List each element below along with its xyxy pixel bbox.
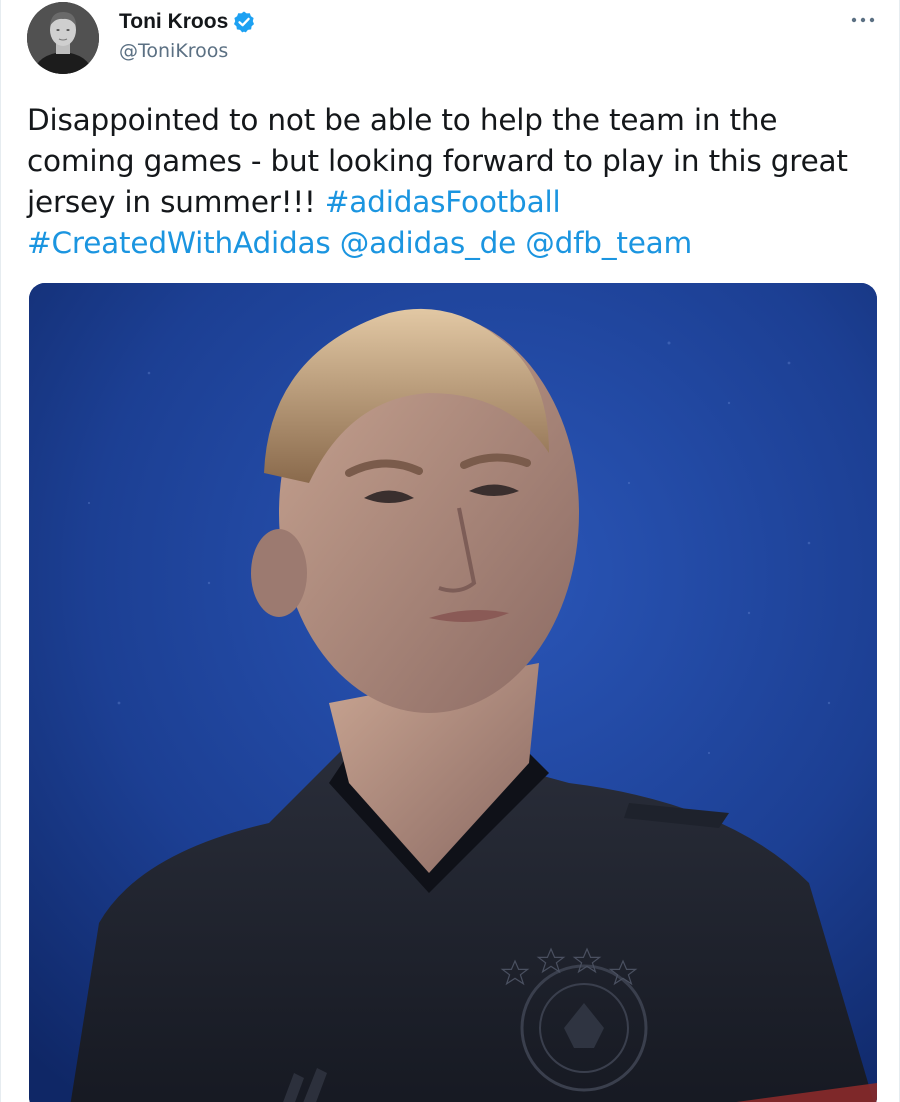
author-handle[interactable]: @ToniKroos — [119, 40, 256, 62]
author-info: Toni Kroos @ToniKroos — [119, 8, 256, 62]
tweet-header: Toni Kroos @ToniKroos — [1, 0, 899, 80]
hashtag-link[interactable]: #CreatedWithAdidas — [27, 226, 331, 260]
mention-link[interactable]: @dfb_team — [525, 226, 692, 260]
author-avatar[interactable] — [27, 2, 99, 74]
avatar-photo-icon — [27, 2, 99, 74]
author-name-row: Toni Kroos — [119, 8, 256, 36]
mention-link[interactable]: @adidas_de — [340, 226, 516, 260]
more-options-button[interactable] — [849, 6, 877, 34]
tweet-photo[interactable] — [29, 283, 877, 1102]
hashtag-link[interactable]: #adidasFootball — [325, 185, 561, 219]
verified-badge-icon — [232, 10, 256, 34]
author-display-name[interactable]: Toni Kroos — [119, 10, 228, 34]
more-options-icon — [851, 17, 875, 23]
tweet-card: Toni Kroos @ToniKroos Disappointed to no… — [0, 0, 900, 1102]
photo-image — [29, 283, 877, 1102]
tweet-text: Disappointed to not be able to help the … — [27, 100, 877, 264]
